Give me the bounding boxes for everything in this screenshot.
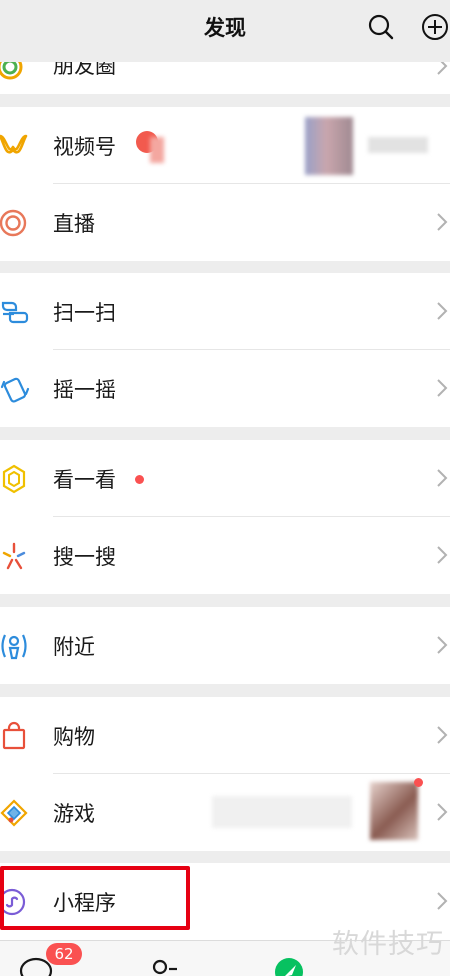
games-icon — [0, 799, 28, 827]
group-nearby: 附近 — [0, 607, 450, 684]
search-feature-icon — [2, 542, 26, 570]
chevron-right-icon — [437, 546, 448, 564]
blurred-text — [212, 796, 352, 828]
list-item-shopping[interactable]: 购物 — [0, 697, 450, 774]
channels-icon — [0, 134, 28, 154]
blurred-text — [368, 137, 428, 153]
chevron-right-icon — [437, 302, 448, 320]
scan-label: 扫一扫 — [53, 301, 116, 325]
list-item-scan[interactable]: 扫一扫 — [0, 273, 450, 350]
shake-icon — [0, 377, 30, 403]
shopping-label: 购物 — [53, 725, 95, 749]
nearby-icon — [1, 634, 27, 660]
watermark: 软件技巧 — [332, 929, 444, 960]
list-item-shake[interactable]: 摇一摇 — [0, 350, 450, 427]
discover-tab-icon[interactable] — [272, 955, 306, 976]
search-icon[interactable] — [366, 12, 396, 42]
search-label: 搜一搜 — [53, 545, 116, 569]
blurred-avatar — [305, 117, 353, 175]
list-item-nearby[interactable]: 附近 — [0, 607, 450, 684]
nearby-label: 附近 — [53, 635, 95, 659]
chats-unread-badge: 62 — [46, 943, 82, 965]
chevron-right-icon — [437, 636, 448, 654]
scan-icon — [1, 301, 29, 324]
list-item-live[interactable]: 直播 — [0, 184, 450, 261]
highlight-box — [0, 866, 190, 930]
chevron-right-icon — [437, 803, 448, 821]
live-icon — [0, 209, 27, 237]
channels-label: 视频号 — [53, 135, 116, 159]
list-item-channels[interactable]: 视频号 — [0, 107, 450, 184]
chevron-right-icon — [437, 213, 448, 231]
chevron-right-icon — [437, 469, 448, 487]
group-scan-shake: 扫一扫 摇一摇 — [0, 273, 450, 427]
contacts-tab-icon[interactable] — [150, 957, 180, 976]
new-content-dot — [135, 475, 144, 484]
plus-circle-icon[interactable] — [420, 12, 450, 42]
group-channels: 视频号 直播 — [0, 107, 450, 261]
top-stories-icon — [2, 464, 26, 494]
chevron-right-icon — [437, 892, 448, 910]
games-label: 游戏 — [53, 802, 95, 826]
group-shopping-games: 购物 游戏 — [0, 697, 450, 851]
list-item-games[interactable]: 游戏 — [0, 774, 450, 851]
list-item-top-stories[interactable]: 看一看 — [0, 440, 450, 517]
new-content-dot — [414, 778, 423, 787]
shake-label: 摇一摇 — [53, 378, 116, 402]
top-stories-label: 看一看 — [53, 468, 116, 492]
top-bar: 发现 — [0, 0, 450, 62]
blurred-game-thumbnail — [370, 782, 418, 840]
shopping-bag-icon — [2, 721, 26, 750]
live-label: 直播 — [53, 212, 95, 236]
chevron-right-icon — [437, 379, 448, 397]
group-stories-search: 看一看 搜一搜 — [0, 440, 450, 594]
chevron-right-icon — [437, 726, 448, 744]
list-item-search[interactable]: 搜一搜 — [0, 517, 450, 594]
blurred-preview — [150, 137, 164, 163]
